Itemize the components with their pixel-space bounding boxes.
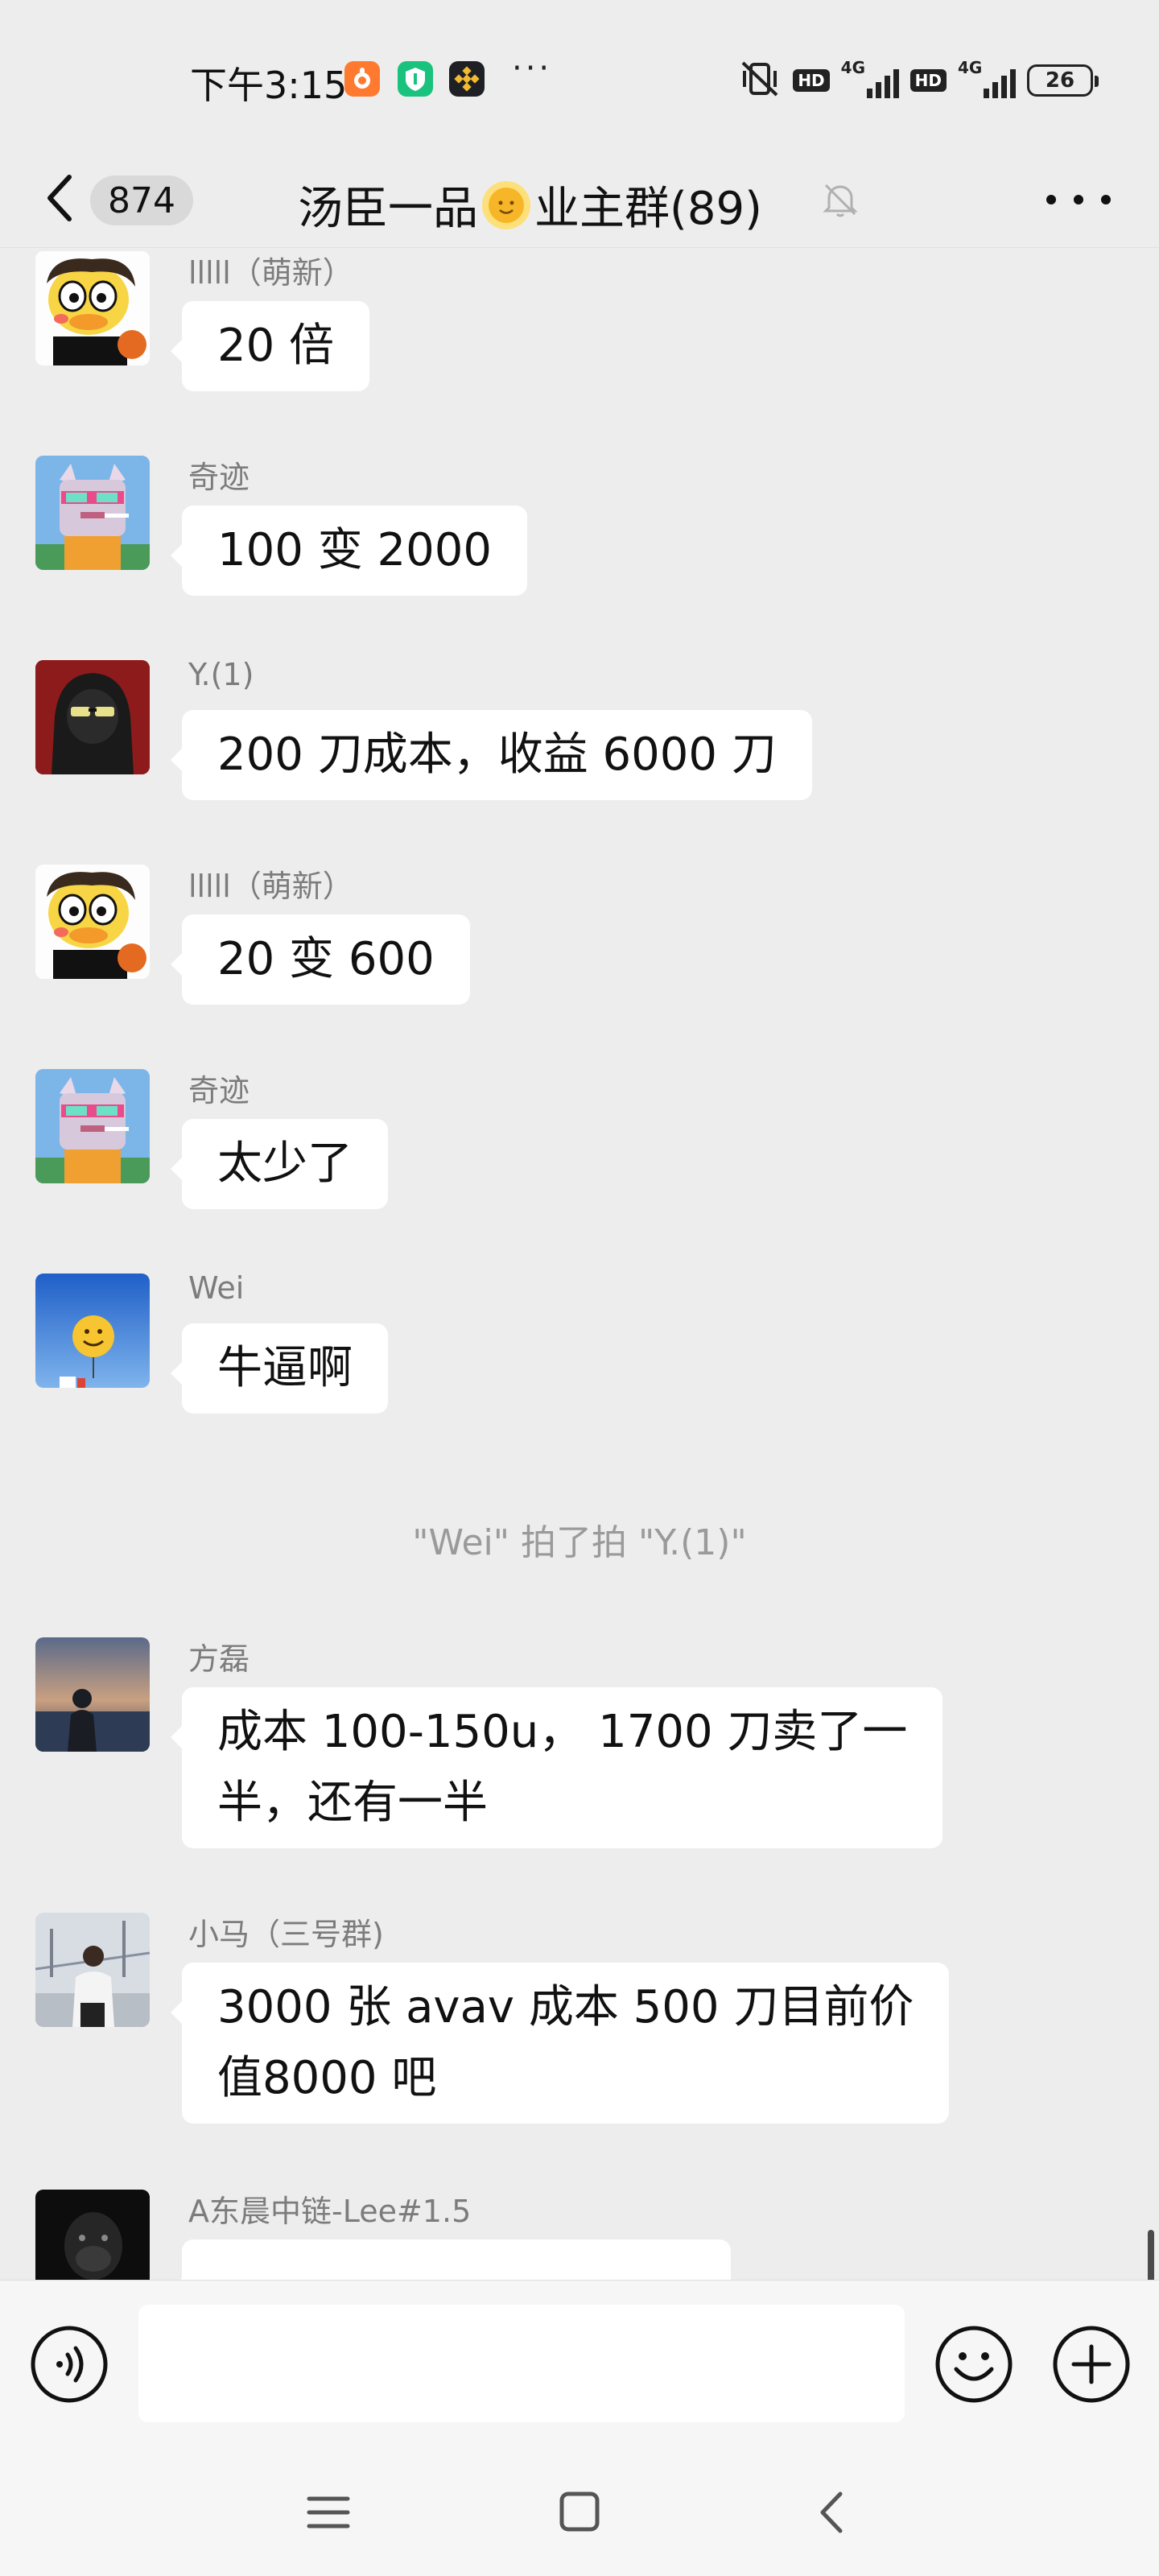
message-bubble[interactable]: 20 变 600 bbox=[171, 914, 470, 1005]
sender-name: A东晨中链-Lee#1.5 bbox=[188, 2194, 472, 2229]
dot-icon bbox=[1101, 195, 1111, 204]
signal-icon-2: 4G bbox=[958, 58, 1016, 98]
message-line: 3000 张 avav 成本 500 刀目前价 bbox=[217, 1981, 914, 2033]
more-options-button[interactable] bbox=[1046, 177, 1111, 222]
sender-name: lllll（萌新） bbox=[188, 869, 353, 904]
message-bubble[interactable]: 成本 100-150u， 1700 刀卖了一 半，还有一半 bbox=[170, 1687, 943, 1848]
message-list[interactable]: lllll（萌新） 20 倍 奇迹 100 变 2000 Y.(1) 200 刀… bbox=[0, 248, 1159, 2280]
chat-title-right: 业主群(89) bbox=[534, 183, 762, 235]
voice-icon bbox=[31, 2326, 108, 2403]
signal-icon-1: 4G bbox=[841, 58, 899, 98]
message-line: 成本 100-150u， 1700 刀卖了一 bbox=[217, 1706, 908, 1758]
app-notification-icon-orange bbox=[344, 61, 380, 97]
message-input[interactable] bbox=[138, 2305, 905, 2422]
message-bubble[interactable]: 200 刀成本，收益 6000 刀 bbox=[171, 710, 812, 800]
sunset-silhouette-avatar[interactable] bbox=[35, 1637, 150, 1752]
message-line: 半，还有一半 bbox=[217, 1777, 488, 1829]
duck-avatar[interactable] bbox=[35, 865, 150, 979]
dark-ape-avatar[interactable] bbox=[35, 2190, 150, 2280]
status-indicators: HD 4G HD 4G 26 bbox=[738, 58, 1099, 101]
emoji-button[interactable] bbox=[934, 2324, 1014, 2405]
message-bubble[interactable] bbox=[171, 2240, 731, 2280]
pixel-cat-avatar[interactable] bbox=[35, 456, 150, 570]
smiley-icon bbox=[935, 2326, 1013, 2403]
sender-name: lllll（萌新） bbox=[188, 255, 353, 291]
unread-count-badge[interactable]: 874 bbox=[90, 175, 193, 225]
chat-header: 874 汤臣一品 业主群(89) bbox=[0, 153, 1159, 248]
sender-name: 小马（三号群) bbox=[188, 1917, 384, 1952]
nav-menu-button[interactable] bbox=[296, 2484, 361, 2541]
network-type-2: 4G bbox=[958, 58, 983, 77]
vibrate-off-icon bbox=[738, 60, 782, 101]
app-notification-icon-shield bbox=[398, 61, 433, 97]
status-bar: 下午3:15 ··· HD 4G HD 4G 26 bbox=[0, 0, 1159, 153]
message-line: 值8000 吧 bbox=[217, 2052, 437, 2104]
home-square-icon bbox=[559, 2491, 600, 2532]
chat-title-left: 汤臣一品 bbox=[298, 183, 478, 235]
duck-avatar[interactable] bbox=[35, 251, 150, 365]
chevron-left-icon bbox=[47, 175, 72, 221]
dot-icon bbox=[1074, 195, 1083, 204]
plus-icon bbox=[1053, 2326, 1130, 2403]
man-by-bridge-avatar[interactable] bbox=[35, 1913, 150, 2027]
app-notification-icon-binance bbox=[449, 61, 485, 97]
sender-name: Wei bbox=[188, 1270, 245, 1306]
system-nav-bar bbox=[0, 2449, 1159, 2576]
chat-title[interactable]: 汤臣一品 业主群(89) bbox=[298, 172, 762, 237]
hooded-figure-avatar[interactable] bbox=[35, 660, 150, 774]
muted-bell-icon bbox=[818, 177, 863, 222]
message-bubble[interactable]: 牛逼啊 bbox=[171, 1323, 388, 1414]
message-bubble[interactable]: 20 倍 bbox=[170, 301, 370, 391]
scrollbar-thumb[interactable] bbox=[1148, 2230, 1154, 2280]
dot-icon bbox=[1046, 195, 1056, 204]
message-bubble[interactable]: 太少了 bbox=[171, 1119, 388, 1209]
sender-name: 方磊 bbox=[188, 1641, 250, 1677]
battery-icon: 26 bbox=[1027, 64, 1099, 97]
system-message: "Wei" 拍了拍 "Y.(1)" bbox=[412, 1522, 747, 1563]
back-triangle-icon bbox=[820, 2491, 843, 2533]
sender-name: 奇迹 bbox=[188, 1073, 250, 1108]
hd-badge-2: HD bbox=[909, 69, 947, 92]
message-bubble[interactable]: 3000 张 avav 成本 500 刀目前价 值8000 吧 bbox=[170, 1963, 950, 2124]
smiley-balloon-avatar[interactable] bbox=[35, 1274, 150, 1388]
nav-back-button[interactable] bbox=[800, 2484, 864, 2541]
status-more-icon: ··· bbox=[512, 50, 553, 87]
sun-with-face-icon bbox=[482, 180, 530, 229]
status-time: 下午3:15 bbox=[190, 64, 348, 107]
nav-home-button[interactable] bbox=[547, 2484, 612, 2541]
sender-name: Y.(1) bbox=[188, 657, 254, 692]
more-features-button[interactable] bbox=[1051, 2324, 1132, 2405]
hd-badge-1: HD bbox=[793, 69, 830, 92]
menu-icon bbox=[307, 2496, 350, 2529]
input-bar bbox=[0, 2280, 1159, 2449]
message-bubble[interactable]: 100 变 2000 bbox=[170, 506, 528, 596]
voice-input-button[interactable] bbox=[29, 2324, 109, 2405]
sender-name: 奇迹 bbox=[188, 460, 250, 495]
network-type-1: 4G bbox=[840, 58, 865, 77]
pixel-cat-avatar[interactable] bbox=[35, 1069, 150, 1183]
